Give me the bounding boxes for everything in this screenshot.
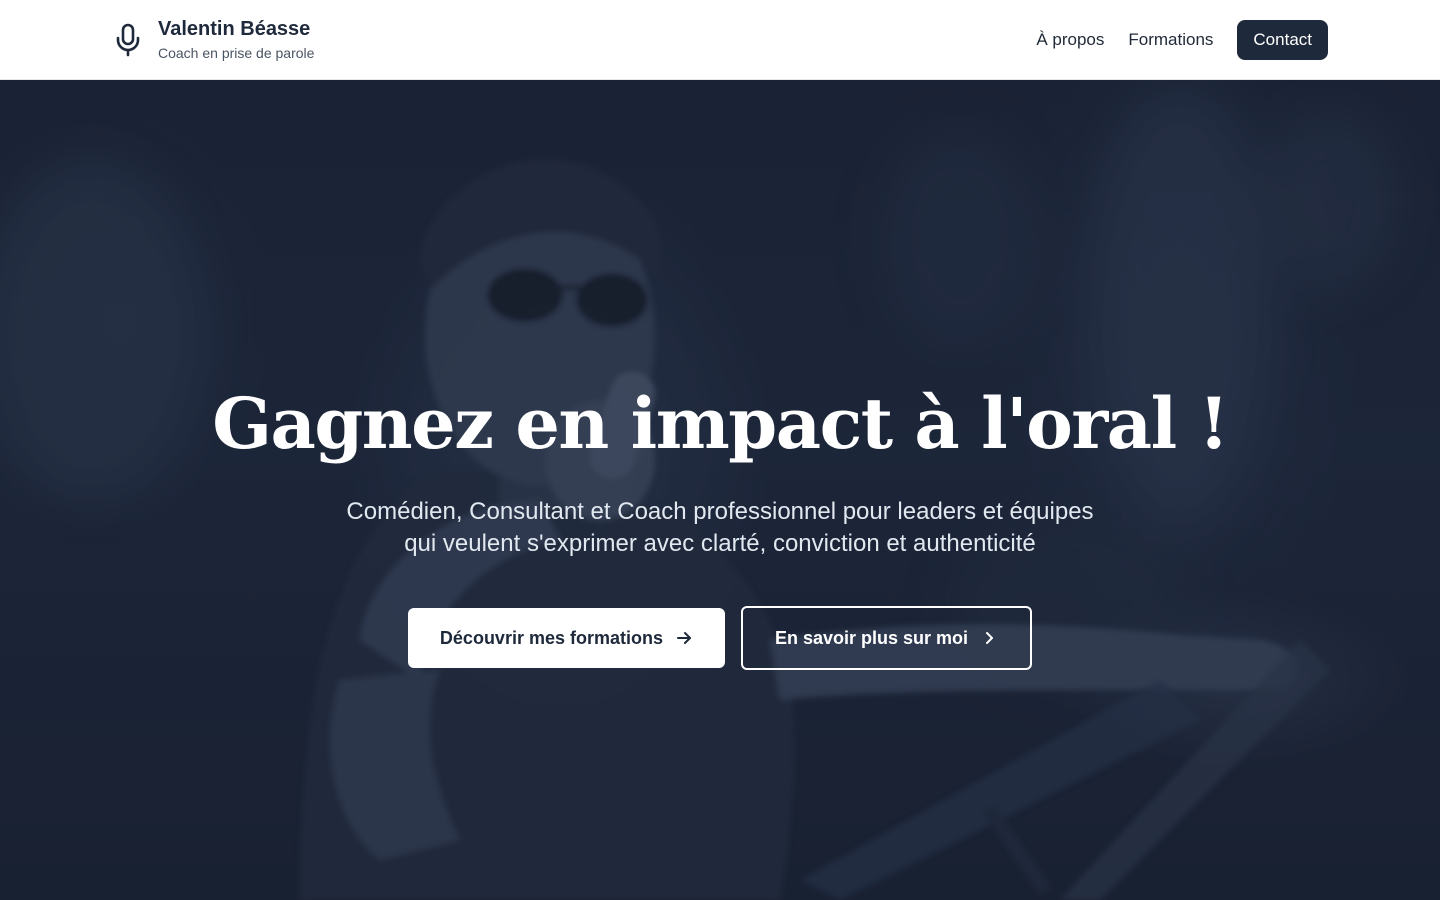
- brand-name: Valentin Béasse: [158, 17, 311, 40]
- brand[interactable]: Valentin Béasse Coach en prise de parole: [112, 17, 314, 63]
- hero-actions: Découvrir mes formations En savoir plus …: [407, 606, 1033, 670]
- chevron-right-icon: [980, 629, 998, 647]
- main-nav: À propos Formations Contact: [1036, 19, 1328, 60]
- hero-title: Gagnez en impact à l'oral !: [212, 382, 1229, 465]
- nav-link-a-propos[interactable]: À propos: [1036, 30, 1104, 50]
- discover-formations-label: Découvrir mes formations: [439, 627, 663, 648]
- microphone-icon: [112, 20, 144, 60]
- brand-tagline: Coach en prise de parole: [158, 44, 315, 61]
- arrow-right-icon: [675, 629, 693, 647]
- hero-content: Gagnez en impact à l'oral ! Comédien, Co…: [0, 80, 1440, 900]
- hero-subtitle: Comédien, Consultant et Coach profession…: [346, 498, 1094, 557]
- nav-link-formations[interactable]: Formations: [1128, 30, 1213, 50]
- hero-section: Gagnez en impact à l'oral ! Comédien, Co…: [0, 80, 1440, 900]
- about-me-label: En savoir plus sur moi: [775, 627, 969, 648]
- discover-formations-button[interactable]: Découvrir mes formations: [407, 608, 725, 668]
- about-me-button[interactable]: En savoir plus sur moi: [741, 606, 1033, 670]
- contact-button[interactable]: Contact: [1237, 19, 1328, 60]
- site-header: Valentin Béasse Coach en prise de parole…: [0, 0, 1440, 80]
- brand-text: Valentin Béasse Coach en prise de parole: [158, 17, 314, 63]
